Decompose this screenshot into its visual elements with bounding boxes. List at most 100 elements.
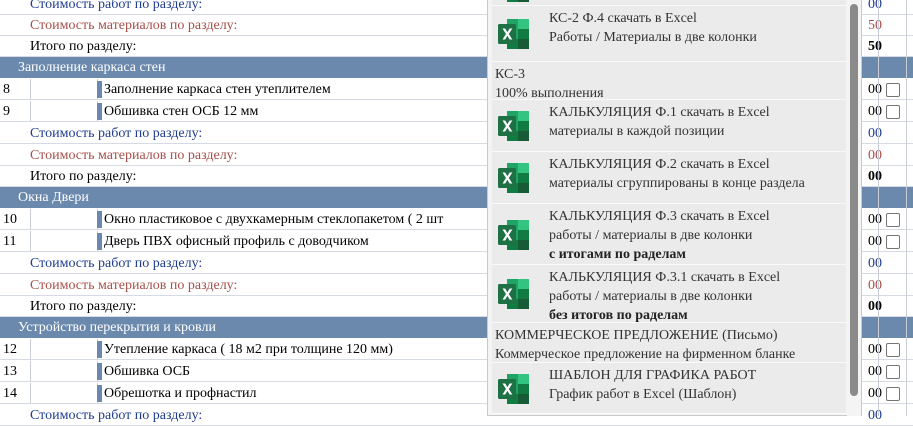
row-description: Дверь ПВХ офисный профиль с доводчиком [104, 234, 369, 249]
dropdown-scrollbar[interactable] [847, 0, 861, 416]
dropdown-item-text: КАЛЬКУЛЯЦИЯ Ф.2 скачать в Excel материалы… [549, 155, 805, 193]
dropdown-item-title: КОММЕРЧЕСКОЕ ПРЕДЛОЖЕНИЕ (Письмо) [495, 328, 778, 343]
row-marker [97, 211, 102, 228]
row-number: 8 [3, 82, 10, 97]
row-description: Окно пластиковое с двухкамерным стеклопа… [104, 212, 444, 227]
row-checkbox[interactable] [886, 387, 900, 401]
dropdown-item[interactable]: альбомный (горизонтально) с колонтитулам… [492, 0, 846, 6]
dropdown-item[interactable]: КАЛЬКУЛЯЦИЯ Ф.1 скачать в Excel материалы… [492, 100, 846, 152]
row-checkbox[interactable] [886, 343, 900, 357]
row-value: 00 [868, 256, 882, 271]
row-number: 9 [3, 104, 10, 119]
dropdown-item-subtitle: работы / материалы в две колонки [549, 228, 753, 243]
dropdown-item[interactable]: КАЛЬКУЛЯЦИЯ Ф.3.1 скачать в Excel работы … [492, 265, 846, 323]
dropdown-item[interactable]: КС-2 Ф.4 скачать в Excel Работы / Материа… [492, 6, 846, 62]
row-code-cell [30, 361, 98, 381]
dropdown-item-subtitle: Работы / Материалы в две колонки [549, 30, 757, 45]
row-value: 00 [868, 299, 882, 314]
excel-icon [498, 0, 530, 4]
summary-label: Стоимость материалов по разделу: [30, 278, 238, 293]
row-code-cell [30, 339, 98, 359]
section-title: Заполнение каркаса стен [18, 60, 166, 75]
row-code-cell [30, 383, 98, 403]
row-value: 00 [868, 148, 882, 163]
row-value: 00 [868, 0, 882, 12]
section-title: Устройство перекрытия и кровли [18, 320, 216, 335]
dropdown-item-subtitle: 100% выполнения [495, 86, 604, 101]
dropdown-item-title: ШАБЛОН ДЛЯ ГРАФИКА РАБОТ [549, 368, 757, 383]
export-dropdown-menu[interactable]: ШАБЛОН ДЛЯ ГРАФИКА РАБОТ График работ в E… [487, 0, 862, 416]
row-value: 00 [868, 104, 882, 119]
row-code-cell [30, 79, 98, 99]
dropdown-item-title: КАЛЬКУЛЯЦИЯ Ф.3.1 скачать в Excel [549, 270, 781, 285]
row-checkbox[interactable] [886, 365, 900, 379]
row-value: 50 [868, 39, 882, 54]
dropdown-item-text: КАЛЬКУЛЯЦИЯ Ф.3.1 скачать в Excel работы … [549, 268, 780, 325]
dropdown-item[interactable]: КАЛЬКУЛЯЦИЯ Ф.3 скачать в Excel работы / … [492, 204, 846, 265]
dropdown-item-title: КС-2 Ф.4 скачать в Excel [549, 11, 697, 26]
row-value: 00 [868, 126, 882, 141]
row-marker [97, 385, 102, 402]
dropdown-item-text: КОММЕРЧЕСКОЕ ПРЕДЛОЖЕНИЕ (Письмо) Коммерч… [495, 326, 795, 364]
row-value: 00 [868, 364, 882, 379]
dropdown-item-subtitle: работы / материалы в две колонки [549, 289, 753, 304]
dropdown-item-title: КАЛЬКУЛЯЦИЯ Ф.1 скачать в Excel [549, 105, 770, 120]
row-value: 00 [868, 386, 882, 401]
dropdown-item-text: КАЛЬКУЛЯЦИЯ Ф.3 скачать в Excel работы / … [549, 207, 770, 264]
dropdown-item[interactable]: ШАБЛОН ДЛЯ ГРАФИКА РАБОТ График работ в E… [492, 363, 846, 414]
row-checkbox[interactable] [886, 235, 900, 249]
row-number: 13 [3, 364, 17, 379]
row-value: 00 [868, 212, 882, 227]
row-code-cell [30, 231, 98, 251]
dropdown-item-subtitle: График работ в Excel (Шаблон) [549, 387, 737, 402]
dropdown-item-title: КАЛЬКУЛЯЦИЯ Ф.3 скачать в Excel [549, 209, 770, 224]
summary-label: Стоимость работ по разделу: [30, 256, 203, 271]
dropdown-item-text: КС-3 100% выполнения [495, 65, 604, 103]
dropdown-item-subtitle: материалы в каждой позиции [549, 124, 725, 139]
dropdown-item-text: ШАБЛОН ДЛЯ ГРАФИКА РАБОТ График работ в E… [549, 366, 756, 404]
excel-icon [498, 109, 530, 143]
excel-icon [498, 218, 530, 252]
row-value: 00 [868, 169, 882, 184]
row-marker [97, 103, 102, 120]
excel-icon [498, 277, 530, 311]
dropdown-item[interactable]: КОММЕРЧЕСКОЕ ПРЕДЛОЖЕНИЕ (Письмо) Коммерч… [492, 323, 846, 363]
dropdown-item-text: КС-2 Ф.4 скачать в Excel Работы / Материа… [549, 9, 757, 47]
dropdown-item[interactable]: КАЛЬКУЛЯЦИЯ Ф.2 скачать в Excel материалы… [492, 152, 846, 204]
grid-line [878, 0, 879, 416]
dropdown-item-note: с итогами по раделам [549, 247, 686, 262]
row-value: 00 [868, 278, 882, 293]
summary-label: Стоимость материалов по разделу: [30, 148, 238, 163]
row-number: 14 [3, 386, 17, 401]
row-value: 50 [868, 18, 882, 33]
row-code-cell [30, 209, 98, 229]
dropdown-item-subtitle: Коммерческое предложение на фирменном бл… [495, 347, 796, 362]
row-description: Утепление каркаса ( 18 м2 при толщине 12… [104, 342, 393, 357]
dropdown-item[interactable]: КС-3 100% выполнения [492, 62, 846, 103]
row-value: 00 [868, 342, 882, 357]
row-value: 00 [868, 234, 882, 249]
dropdown-item-note: без итогов по раделам [549, 308, 688, 323]
dropdown-item-title: КАЛЬКУЛЯЦИЯ Ф.2 скачать в Excel [549, 157, 770, 172]
dropdown-item-text: КАЛЬКУЛЯЦИЯ Ф.1 скачать в Excel материалы… [549, 103, 770, 141]
row-checkbox[interactable] [886, 213, 900, 227]
section-title: Окна Двери [18, 190, 89, 205]
dropdown-item-text: альбомный (горизонтально) с колонтитулам… [549, 0, 819, 3]
row-marker [97, 341, 102, 358]
row-number: 11 [3, 234, 17, 249]
row-checkbox[interactable] [886, 83, 900, 97]
summary-label: Итого по разделу: [30, 299, 137, 314]
dropdown-item-title: КС-3 [495, 67, 525, 82]
summary-label: Стоимость работ по разделу: [30, 0, 203, 12]
row-value: 00 [868, 82, 882, 97]
summary-label: Стоимость работ по разделу: [30, 126, 203, 141]
row-number: 12 [3, 342, 17, 357]
summary-label: Итого по разделу: [30, 39, 137, 54]
row-marker [97, 363, 102, 380]
row-number: 10 [3, 212, 17, 227]
summary-label: Итого по разделу: [30, 169, 137, 184]
row-marker [97, 233, 102, 250]
row-description: Заполнение каркаса стен утеплителем [104, 82, 331, 97]
row-checkbox[interactable] [886, 105, 900, 119]
dropdown-scrollbar-thumb[interactable] [850, 4, 858, 396]
